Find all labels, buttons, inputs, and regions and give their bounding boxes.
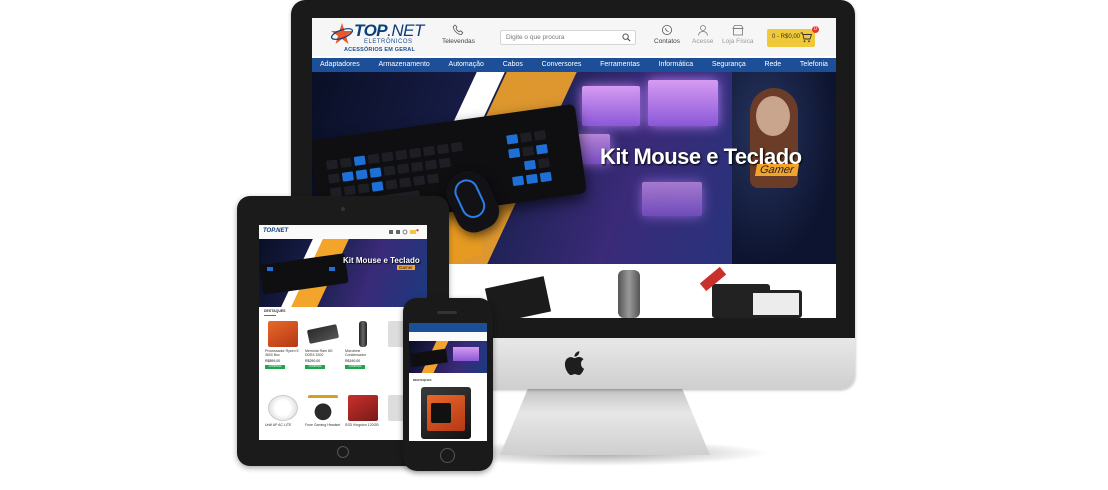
phone-section-label: DESTAQUES [413,378,432,382]
buy-button[interactable]: COMPRAR [265,365,285,370]
phone-header [409,323,487,332]
buy-button[interactable]: COMPRAR [305,365,325,370]
nav-item-armazenamento[interactable]: Armazenamento [378,58,429,72]
cart-button[interactable]: 0 - R$0,00 [767,29,815,47]
whatsapp-icon [662,25,673,35]
tablet-hero-badge: Gamer [397,265,415,270]
ipad-screen: TOP.NET Kit Mouse e Teclado Gamer DESTAQ… [259,225,427,440]
imac-stand [500,385,710,455]
tablet-header: TOP.NET [259,225,427,239]
store-link[interactable]: Loja Física [722,24,753,45]
tablet-logo[interactable]: TOP.NET [263,228,288,234]
iphone-screen: DESTAQUES [409,323,487,441]
bg-monitor [642,182,702,216]
buy-button[interactable]: COMPRAR [345,365,365,370]
nav-item-automacao[interactable]: Automação [449,58,484,72]
user-icon [697,25,708,36]
store-label: Loja Física [722,38,754,45]
product-name: Microfone Condensador [345,349,367,358]
product-price: R$190,00 [345,359,361,364]
iphone-home-button [440,448,455,463]
gamer-face [756,96,790,136]
logo-wordmark: TOP.NET [354,21,424,40]
product-card[interactable]: Fone Gaming Headset [305,395,341,427]
search-icon[interactable] [622,33,631,42]
search-input[interactable]: Digite o que procura [500,30,636,45]
store-icon [732,25,744,36]
nav-item-informatica[interactable]: Informática [659,58,694,72]
bg-monitor [648,80,718,126]
tablet-header-icons [389,229,419,235]
logo-star-icon [330,23,354,44]
product-name: Unifi AP AC LITE [265,423,292,427]
logo-tagline: ACESSÓRIOS EM GERAL [344,47,416,53]
cart-icon [800,32,812,43]
product-card[interactable]: SSD Kingston 120GB [345,395,381,427]
nav-item-conversores[interactable]: Conversores [542,58,582,72]
product-name: SSD Kingston 120GB [345,423,379,427]
login-label: Acesse [692,38,714,45]
logo-subtitle: ELETRÔNICOS [364,39,413,45]
phone-hero-banner[interactable] [409,341,487,373]
product-price: R$899,00 [265,359,281,364]
tablet-hero-banner[interactable]: Kit Mouse e Teclado Gamer [259,239,427,307]
nav-item-cabos[interactable]: Cabos [503,58,523,72]
product-card[interactable]: Microfone Condensador R$190,00 COMPRAR [345,321,381,370]
site-header: TOP.NET ELETRÔNICOS ACESSÓRIOS EM GERAL … [312,18,836,56]
product-thumb[interactable] [484,276,552,318]
apple-logo-icon [564,351,584,376]
ipad-camera [341,207,345,211]
televendas-label: Televendas [442,38,475,45]
category-nav: Adaptadores Armazenamento Automação Cabo… [312,58,836,72]
product-name: Memória Ram 8G DDR4 3200 [305,349,333,358]
nav-item-rede[interactable]: Rede [764,58,781,72]
phone-icon [453,24,464,36]
product-thumb[interactable] [750,290,802,318]
bg-monitor [582,86,640,126]
cart-total: 0 - R$0,00 [772,34,801,40]
product-thumb[interactable] [618,270,640,318]
product-name: Fone Gaming Headset [305,423,341,427]
nav-item-seguranca[interactable]: Segurança [712,58,746,72]
product-name: Processador Ryzen 5 3600 Box [265,349,299,358]
phone-product-image[interactable] [421,387,471,439]
nav-item-telefonia[interactable]: Telefonia [800,58,828,72]
iphone-speaker [437,311,457,314]
device-mockup-stage: TOP.NET ELETRÔNICOS ACESSÓRIOS EM GERAL … [0,0,1108,490]
hero-badge: Gamer [754,164,799,176]
contact-link[interactable]: Contatos [654,24,680,45]
product-card[interactable]: Unifi AP AC LITE [265,395,301,427]
product-card[interactable]: Processador Ryzen 5 3600 Box R$899,00 CO… [265,321,301,370]
contact-label: Contatos [654,38,681,45]
phone-subheader [409,332,487,341]
tablet-hero-title: Kit Mouse e Teclado [343,256,420,265]
cart-count-badge: 0 [812,26,819,33]
tablet-section-label: DESTAQUES [264,309,286,313]
search-placeholder: Digite o que procura [506,34,565,41]
ipad-home-button [337,446,349,458]
nav-item-ferramentas[interactable]: Ferramentas [600,58,640,72]
televendas-link[interactable]: Televendas [442,24,475,45]
login-link[interactable]: Acesse [692,24,713,45]
product-card[interactable]: Memória Ram 8G DDR4 3200 R$290,00 COMPRA… [305,321,341,370]
nav-item-adaptadores[interactable]: Adaptadores [320,58,360,72]
site-logo[interactable]: TOP.NET ELETRÔNICOS ACESSÓRIOS EM GERAL [330,21,424,54]
product-price: R$290,00 [305,359,321,364]
